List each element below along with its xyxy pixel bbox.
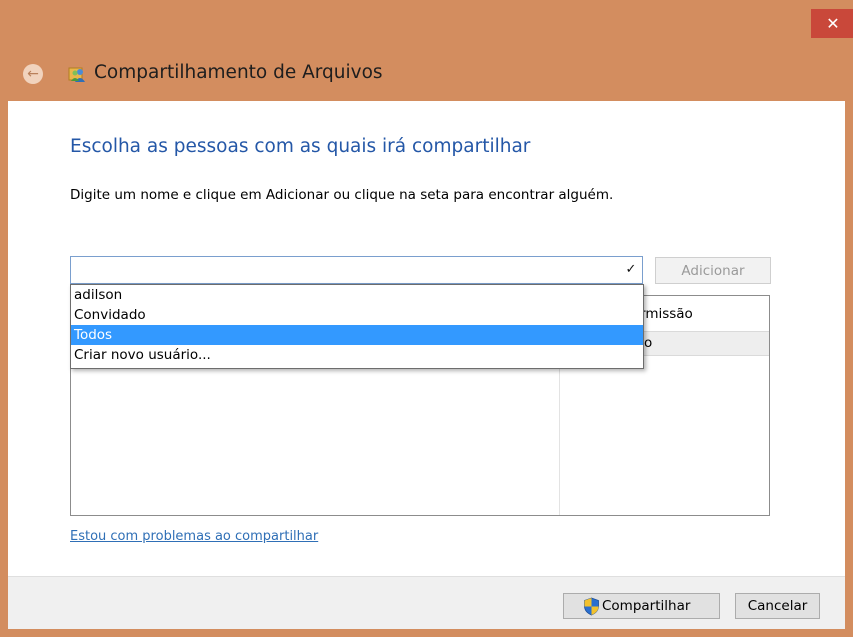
dropdown-option-adilson[interactable]: adilson xyxy=(71,285,643,305)
window-title: Compartilhamento de Arquivos xyxy=(94,62,383,83)
permission-cell: o xyxy=(644,335,653,351)
cancel-button[interactable]: Cancelar xyxy=(735,593,820,619)
name-combobox[interactable]: ✓ xyxy=(70,256,643,284)
chevron-down-icon[interactable]: ✓ xyxy=(620,257,642,283)
back-arrow-icon: ← xyxy=(27,66,39,82)
user-dropdown-list[interactable]: adilson Convidado Todos Criar novo usuár… xyxy=(70,284,644,369)
help-link[interactable]: Estou com problemas ao compartilhar xyxy=(70,529,318,544)
back-button[interactable]: ← xyxy=(23,64,43,84)
dropdown-option-todos[interactable]: Todos xyxy=(71,325,643,345)
close-icon: ✕ xyxy=(826,14,840,33)
instruction-text: Digite um nome e clique em Adicionar ou … xyxy=(70,187,614,203)
share-button-label: Compartilhar xyxy=(602,598,691,614)
sharing-users-icon xyxy=(68,67,85,82)
add-button[interactable]: Adicionar xyxy=(655,257,771,284)
dropdown-option-convidado[interactable]: Convidado xyxy=(71,305,643,325)
dropdown-option-create-user[interactable]: Criar novo usuário... xyxy=(71,345,643,365)
permission-column-header[interactable]: rmissão xyxy=(640,306,693,322)
share-button[interactable]: Compartilhar xyxy=(563,593,720,619)
uac-shield-icon xyxy=(584,597,599,616)
page-heading: Escolha as pessoas com as quais irá comp… xyxy=(70,136,531,157)
close-button[interactable]: ✕ xyxy=(811,9,853,38)
